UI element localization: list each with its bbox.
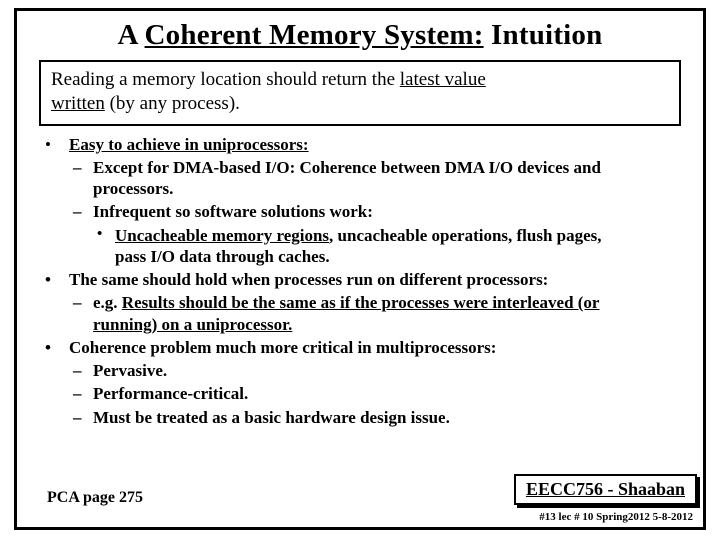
intro-t4: (by any process).	[105, 93, 240, 114]
b1-head: Easy to achieve in uniprocessors:	[69, 135, 309, 154]
bullet-3: Coherence problem much more critical in …	[43, 337, 685, 428]
b2-s1b: Results should be the same as if the pro…	[122, 293, 600, 312]
b3-s3: Must be treated as a basic hardware desi…	[93, 408, 450, 427]
title-post: Intuition	[484, 19, 603, 51]
b2-sub1: e.g. Results should be the same as if th…	[69, 292, 685, 335]
intro-t1: Reading a memory location should return …	[51, 69, 400, 90]
b3-sub1: Pervasive.	[69, 360, 685, 381]
b3-s2: Performance-critical.	[93, 384, 248, 403]
b1-s2a-line2: pass I/O data through caches.	[115, 247, 330, 266]
intro-box: Reading a memory location should return …	[39, 60, 681, 126]
b3-s1: Pervasive.	[93, 361, 167, 380]
slide-frame: A Coherent Memory System: Intuition Read…	[14, 8, 706, 530]
bullet-2: The same should hold when processes run …	[43, 269, 685, 335]
b1-s2a-mid: , uncacheable operations, flush pages,	[329, 226, 602, 245]
b3-sub2: Performance-critical.	[69, 383, 685, 404]
intro-t2: latest value	[400, 69, 486, 90]
b3-sub3: Must be treated as a basic hardware desi…	[69, 407, 685, 428]
title-pre: A	[118, 19, 145, 51]
b1-s2: Infrequent so software solutions work:	[93, 202, 373, 221]
title-underlined: Coherent Memory System:	[145, 19, 484, 51]
footer-right-box: EECC756 - Shaaban	[514, 474, 697, 505]
b1-sub2: Infrequent so software solutions work: U…	[69, 201, 685, 267]
b2-s1a: e.g.	[93, 293, 122, 312]
footer-left: PCA page 275	[47, 489, 143, 507]
b2-head: The same should hold when processes run …	[69, 270, 548, 289]
b1-s1b: processors.	[93, 179, 173, 198]
intro-t3: written	[51, 93, 105, 114]
slide-title: A Coherent Memory System: Intuition	[17, 11, 703, 58]
b1-s1a: Except for DMA-based I/O: Coherence betw…	[93, 158, 601, 177]
footer-meta: #13 lec # 10 Spring2012 5-8-2012	[539, 511, 693, 523]
b1-s2a-u1: Uncacheable memory regions	[115, 226, 329, 245]
bullet-1: Easy to achieve in uniprocessors: Except…	[43, 134, 685, 268]
b3-head: Coherence problem much more critical in …	[69, 338, 496, 357]
b2-s1c: running) on a uniprocessor.	[93, 315, 292, 334]
b1-sub1: Except for DMA-based I/O: Coherence betw…	[69, 157, 685, 200]
b1-sub2-a: Uncacheable memory regions, uncacheable …	[93, 225, 685, 268]
content-area: Easy to achieve in uniprocessors: Except…	[17, 134, 703, 428]
